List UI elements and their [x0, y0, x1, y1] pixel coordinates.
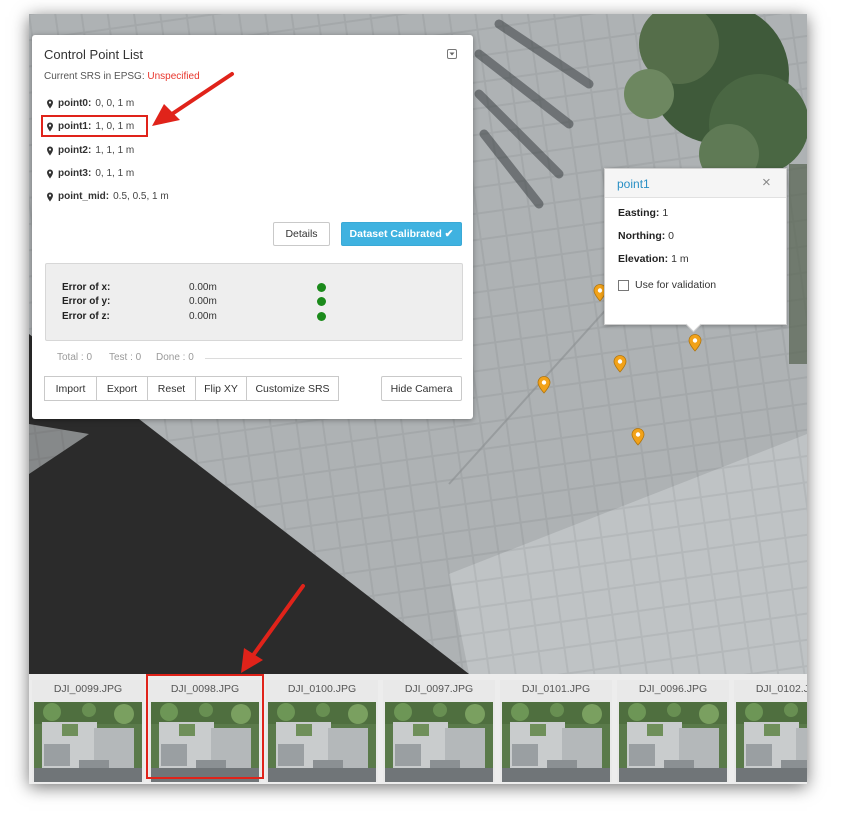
arrow-line: [252, 584, 305, 656]
annotation-arrows: [152, 72, 305, 673]
arrow-head-icon: [152, 104, 180, 126]
arrow-line: [170, 72, 234, 116]
arrow-head-icon: [241, 648, 263, 673]
